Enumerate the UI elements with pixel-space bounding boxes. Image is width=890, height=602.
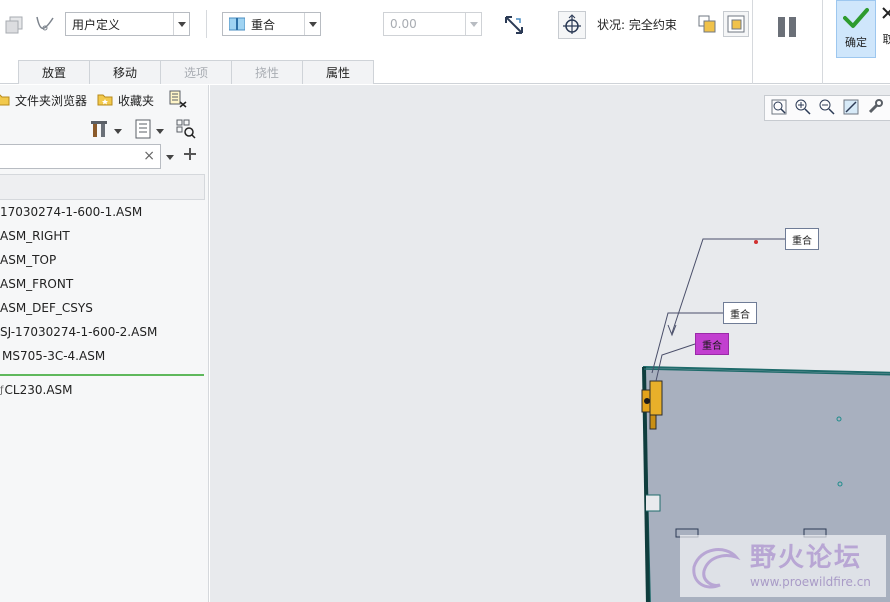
add-icon[interactable] — [184, 148, 196, 163]
placement-move-icon[interactable] — [558, 11, 586, 39]
chevron-down-icon[interactable] — [166, 149, 174, 163]
tree-item[interactable]: ASM_RIGHT — [0, 224, 205, 248]
close-icon[interactable]: × — [143, 148, 155, 164]
model-tree-icon — [168, 90, 188, 111]
folder-icon — [0, 92, 10, 109]
ribbon-tabs: 放置 移动 选项 挠性 属性 — [18, 60, 374, 84]
ribbon: 用户定义 重合 0.00 状况: 完全约束 确定 取 放置 移动 选项 挠性 属… — [0, 0, 890, 84]
close-icon — [881, 6, 890, 23]
filter-icon[interactable] — [176, 119, 196, 142]
tree-item-label: 17030274-1-600-1.ASM — [0, 205, 143, 219]
folder-browser-label: 文件夹浏览器 — [15, 93, 88, 108]
plate-notch — [646, 494, 661, 512]
show-settings-icon[interactable] — [134, 119, 152, 142]
constraint-type-select[interactable]: 重合 — [222, 12, 321, 36]
ok-button[interactable]: 确定 — [836, 0, 876, 58]
arrow-head — [667, 324, 677, 337]
model-tree: 17030274-1-600-1.ASM ASM_RIGHT ASM_TOP A… — [0, 200, 205, 402]
tab-properties[interactable]: 属性 — [302, 60, 374, 84]
ribbon-divider — [752, 0, 753, 84]
left-panel: 文件夹浏览器 收藏夹 × 17030274-1-600-1.ASM ASM_RI… — [0, 85, 209, 602]
ribbon-divider — [822, 0, 823, 84]
tree-search-input[interactable]: × — [0, 144, 161, 169]
folder-browser-tab[interactable]: 文件夹浏览器 — [0, 92, 87, 109]
sketch-curve-icon[interactable] — [32, 12, 58, 38]
constraint-set-select[interactable]: 用户定义 — [65, 12, 190, 36]
constraint-callout[interactable]: 重合 — [785, 228, 819, 250]
favorites-tab[interactable]: 收藏夹 — [97, 92, 154, 109]
component-stem — [649, 414, 657, 430]
tab-placement[interactable]: 放置 — [18, 60, 90, 84]
tree-item[interactable]: ƒ CL230.ASM — [0, 378, 205, 402]
chevron-down-icon — [304, 13, 320, 35]
separate-window-icon[interactable] — [696, 13, 718, 35]
assembly-window-icon[interactable] — [723, 11, 749, 37]
constraint-callout-active[interactable]: 重合 — [695, 333, 729, 355]
watermark-logo-icon — [686, 541, 742, 594]
tree-item[interactable]: ASM_FRONT — [0, 272, 205, 296]
status-label: 状况: 完全约束 — [597, 18, 677, 32]
copy-icon[interactable] — [2, 12, 26, 38]
chevron-down-icon — [173, 13, 189, 35]
ok-label: 确定 — [845, 36, 867, 49]
watermark: 野火论坛 www.proewildfire.cn — [680, 535, 886, 597]
flip-icon[interactable] — [500, 11, 528, 39]
tree-item-label: SJ-17030274-1-600-2.ASM — [0, 325, 158, 339]
graphics-canvas[interactable]: 重合 重合 重合 野火论坛 www.proewildfire.cn — [210, 85, 890, 602]
offset-value: 0.00 — [390, 17, 417, 31]
checkmark-icon — [843, 7, 869, 32]
favorites-label: 收藏夹 — [118, 93, 155, 108]
assembly-model[interactable] — [210, 85, 890, 602]
tree-toolbar — [90, 119, 196, 141]
navigator-header: 文件夹浏览器 收藏夹 — [0, 85, 209, 115]
tree-item[interactable]: ASM_TOP — [0, 248, 205, 272]
tree-item[interactable]: MS705-3C-4.ASM — [0, 344, 205, 368]
tree-item-label: ASM_RIGHT — [0, 229, 70, 243]
favorites-icon — [97, 92, 113, 109]
search-tools — [166, 148, 196, 163]
chevron-down-icon[interactable] — [156, 123, 164, 137]
ribbon-divider — [206, 10, 207, 38]
chevron-down-icon — [465, 13, 481, 35]
watermark-url: www.proewildfire.cn — [750, 575, 871, 589]
chevron-down-icon[interactable] — [114, 123, 122, 137]
component-hole — [644, 398, 650, 404]
coincident-icon — [228, 17, 246, 31]
new-component-icon: ƒ — [0, 384, 4, 396]
tree-item[interactable]: SJ-17030274-1-600-2.ASM — [0, 320, 205, 344]
tree-item-label: MS705-3C-4.ASM — [2, 349, 106, 363]
cancel-label: 取 — [882, 33, 890, 46]
tab-flexibility[interactable]: 挠性 — [231, 60, 303, 84]
tree-item-label: CL230.ASM — [4, 383, 73, 397]
tree-column-header — [0, 174, 205, 200]
tree-item[interactable]: 17030274-1-600-1.ASM — [0, 200, 205, 224]
tree-item-label: ASM_DEF_CSYS — [0, 301, 93, 315]
cancel-button[interactable]: 取 — [878, 0, 890, 58]
pause-icon[interactable] — [772, 12, 802, 42]
model-tree-tab[interactable] — [168, 90, 188, 111]
offset-input[interactable]: 0.00 — [383, 12, 482, 36]
constraint-callout[interactable]: 重合 — [723, 302, 757, 324]
tab-options[interactable]: 选项 — [160, 60, 232, 84]
watermark-name: 野火论坛 — [750, 543, 863, 573]
tree-item-label: ASM_FRONT — [0, 277, 74, 291]
tree-item[interactable]: ASM_DEF_CSYS — [0, 296, 205, 320]
tab-move[interactable]: 移动 — [89, 60, 161, 84]
tools-icon[interactable] — [90, 119, 110, 142]
insert-here-divider — [0, 374, 204, 376]
tree-item-label: ASM_TOP — [0, 253, 57, 267]
constraint-type-value: 重合 — [251, 17, 276, 32]
constraint-set-value: 用户定义 — [72, 17, 121, 32]
reference-point — [754, 240, 758, 244]
component-body — [649, 380, 663, 416]
